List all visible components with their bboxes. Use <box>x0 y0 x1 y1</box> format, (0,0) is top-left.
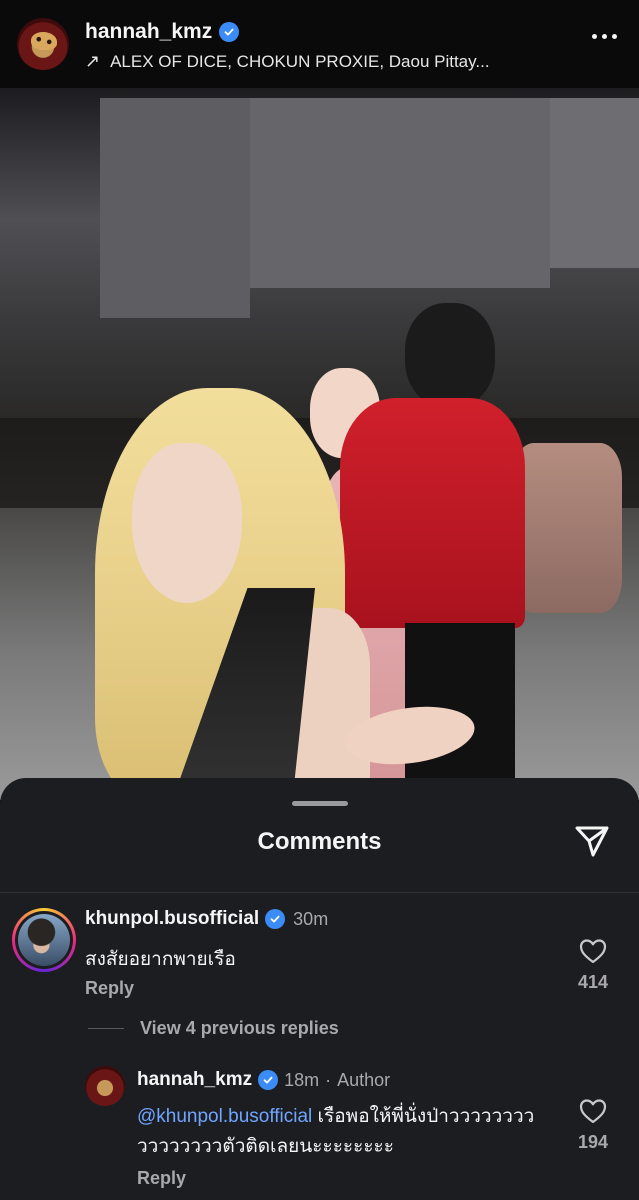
reply-header: hannah_kmz 18m · Author <box>137 1069 390 1091</box>
reply-like[interactable]: 194 <box>573 1098 613 1153</box>
like-count: 194 <box>577 1132 609 1152</box>
post-username[interactable]: hannah_kmz <box>85 20 212 44</box>
sheet-grabber[interactable] <box>292 801 348 806</box>
arrow-up-right-icon: ↗ <box>85 51 101 71</box>
comment-text: สงสัยอยากพายเรือ <box>85 949 236 970</box>
collaborators-text[interactable]: ALEX OF DICE, CHOKUN PROXIE, Daou Pittay… <box>110 52 489 72</box>
reply-button[interactable]: Reply <box>85 978 134 999</box>
author-label: Author <box>337 1069 391 1090</box>
view-previous-replies-label[interactable]: View 4 previous replies <box>140 1018 339 1039</box>
verified-badge-icon <box>258 1070 279 1090</box>
heart-icon[interactable] <box>579 1098 607 1124</box>
reply-username[interactable]: hannah_kmz <box>137 1069 252 1091</box>
comment-like[interactable]: 414 <box>573 938 613 993</box>
author-avatar[interactable] <box>17 18 69 70</box>
comments-sheet: Comments khunpol.busofficial 30m สงสัยอย… <box>0 778 639 1200</box>
comment-time: 30m <box>293 908 329 929</box>
post-header: hannah_kmz ↗ ALEX OF DICE, CHOKUN PROXIE… <box>0 0 639 88</box>
commenter-username[interactable]: khunpol.busofficial <box>85 908 259 930</box>
commenter-avatar[interactable] <box>12 908 76 972</box>
verified-badge-icon <box>265 909 286 929</box>
like-count: 414 <box>577 972 609 992</box>
reply-time: 18m <box>284 1069 320 1090</box>
reply-text: @khunpol.busofficial เรือพอให้พี่นั่งป่า… <box>137 1102 537 1162</box>
divider <box>0 892 639 893</box>
person-face <box>132 443 242 603</box>
reply-button[interactable]: Reply <box>137 1168 186 1189</box>
view-previous-replies[interactable]: View 4 previous replies <box>88 1018 339 1039</box>
post-author[interactable]: hannah_kmz <box>85 20 240 44</box>
heart-icon[interactable] <box>579 938 607 964</box>
sheet-title: Comments <box>257 828 382 855</box>
collaborators-row[interactable]: ↗ ALEX OF DICE, CHOKUN PROXIE, Daou Pitt… <box>85 51 490 72</box>
more-options-icon[interactable] <box>592 34 617 39</box>
post-photo[interactable] <box>0 88 639 800</box>
reply-author-avatar[interactable] <box>85 1066 125 1106</box>
mention-link[interactable]: @khunpol.busofficial <box>137 1106 312 1127</box>
send-paper-plane-icon[interactable] <box>573 822 611 860</box>
comment-header: khunpol.busofficial 30m <box>85 908 328 930</box>
verified-badge-icon <box>219 22 240 42</box>
meta-separator: · <box>325 1069 332 1090</box>
